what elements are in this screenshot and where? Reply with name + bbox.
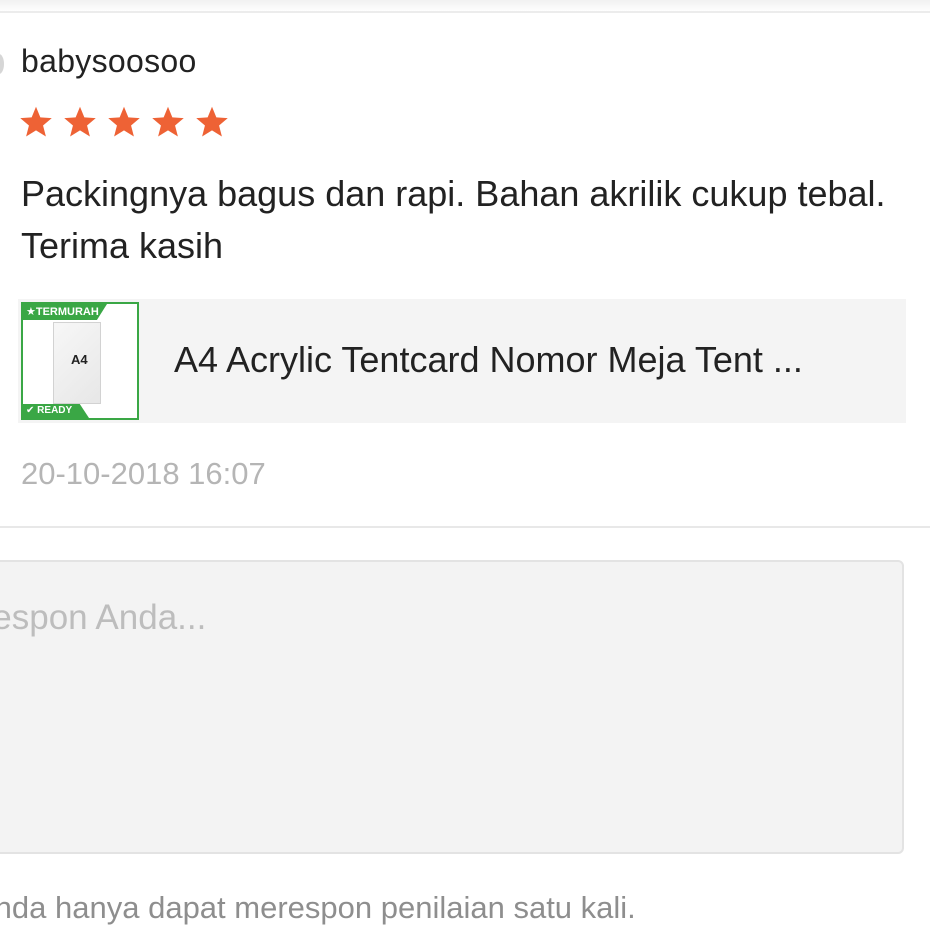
response-textarea[interactable] bbox=[0, 560, 904, 854]
termurah-badge: ★TERMURAH bbox=[23, 304, 107, 320]
star-rating bbox=[18, 104, 230, 140]
product-name[interactable]: A4 Acrylic Tentcard Nomor Meja Tent ... bbox=[174, 339, 874, 381]
star-icon bbox=[106, 104, 142, 140]
ready-badge: ✔ READY bbox=[23, 404, 89, 418]
star-icon bbox=[194, 104, 230, 140]
star-icon bbox=[150, 104, 186, 140]
review-timestamp: 20-10-2018 16:07 bbox=[21, 456, 266, 491]
star-icon bbox=[18, 104, 54, 140]
section-divider bbox=[0, 526, 930, 528]
top-divider bbox=[0, 11, 930, 13]
star-icon bbox=[62, 104, 98, 140]
thumbnail-size-label: A4 bbox=[71, 352, 88, 367]
review-response-page: babysoosoo Packingnya bagus dan rapi. Ba… bbox=[0, 0, 930, 930]
product-thumbnail[interactable]: ★TERMURAH A4 ✔ READY bbox=[21, 302, 139, 420]
termurah-badge-label: TERMURAH bbox=[35, 306, 99, 318]
product-card[interactable]: ★TERMURAH A4 ✔ READY A4 Acrylic Tentcard… bbox=[18, 299, 906, 423]
reviewer-username: babysoosoo bbox=[21, 43, 197, 79]
avatar bbox=[0, 54, 4, 74]
ready-badge-label: READY bbox=[37, 405, 73, 416]
review-text: Packingnya bagus dan rapi. Bahan akrilik… bbox=[21, 173, 886, 266]
response-limit-note: Anda hanya dapat merespon penilaian satu… bbox=[0, 890, 636, 925]
